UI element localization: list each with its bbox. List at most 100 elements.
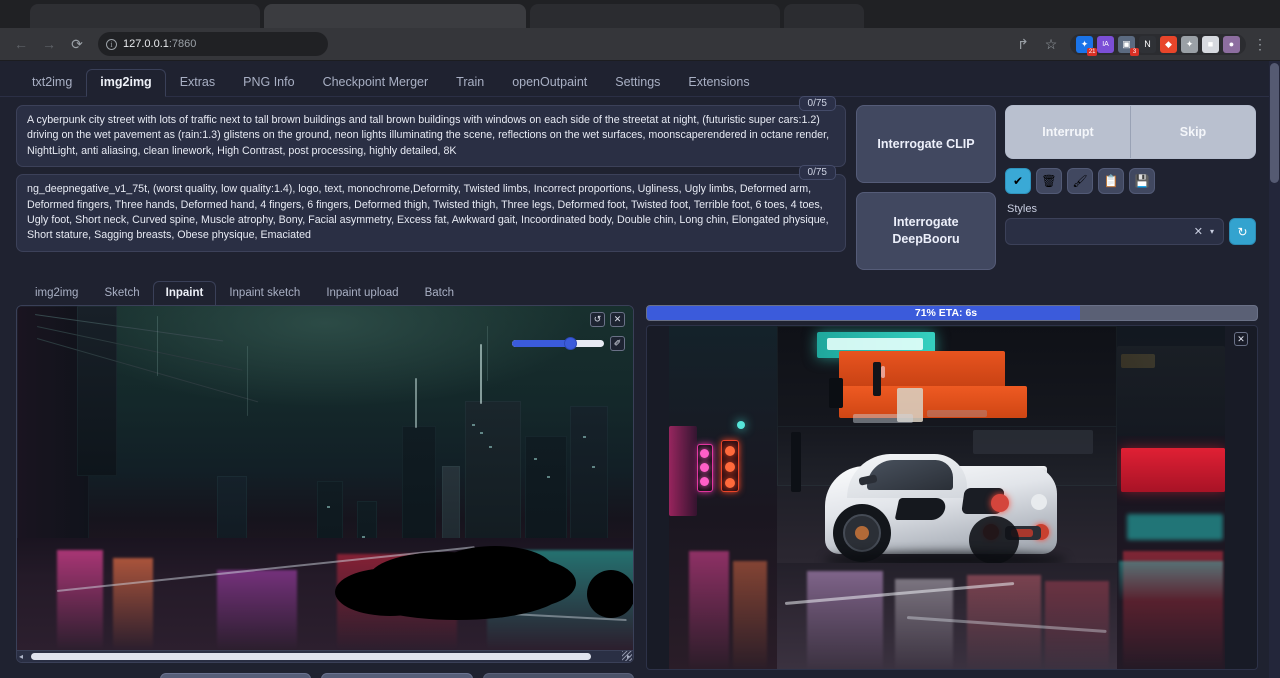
extension-glyph: N — [1144, 39, 1151, 49]
address-bar[interactable]: i 127.0.0.1:7860 — [98, 32, 328, 56]
tab-openoutpaint[interactable]: openOutpaint — [498, 69, 601, 97]
prompt-input[interactable]: A cyberpunk city street with lots of tra… — [16, 105, 846, 167]
inpaint-canvas[interactable]: ↺ ✕ ✐ ◂ ▸ — [16, 305, 634, 663]
interrogate-column: Interrogate CLIP Interrogate DeepBooru — [856, 105, 996, 270]
tab-png-info[interactable]: PNG Info — [229, 69, 308, 97]
url-port: :7860 — [169, 38, 197, 50]
undo-icon[interactable]: ↺ — [590, 312, 605, 327]
brush-size-slider[interactable] — [512, 340, 604, 347]
brush-slider-knob[interactable] — [564, 337, 577, 350]
apply-style-icon[interactable]: ✔ — [1005, 168, 1031, 194]
reload-icon[interactable]: ⟳ — [64, 31, 90, 57]
prompt-area: 0/75 A cyberpunk city street with lots o… — [0, 97, 1280, 270]
img2img-tab-batch[interactable]: Batch — [412, 281, 467, 306]
interrogate-clip-button[interactable]: Interrogate CLIP — [856, 105, 996, 183]
results-spacer — [646, 276, 1258, 305]
negative-prompt-input[interactable]: ng_deepnegative_v1_75t, (worst quality, … — [16, 174, 846, 252]
copy-image-buttons: img2img sketch inpaint — [160, 673, 634, 678]
internet-archive-icon[interactable]: IA — [1097, 36, 1114, 53]
results-panel: 71% ETA: 6s ✕ — [646, 276, 1258, 678]
copy-to-inpaint-button[interactable]: inpaint — [483, 673, 634, 678]
interrupt-button[interactable]: Interrupt — [1006, 106, 1130, 158]
tab-txt2img[interactable]: txt2img — [18, 69, 86, 97]
save-style-icon[interactable]: 💾 — [1129, 168, 1155, 194]
back-icon[interactable]: ← — [8, 31, 34, 57]
scrollbar-thumb[interactable] — [31, 653, 591, 660]
generate-row: Interrogate CLIP Interrogate DeepBooru I… — [856, 105, 1256, 270]
img2img-tab-inpaint[interactable]: Inpaint — [153, 281, 217, 306]
prompt-token-counter: 0/75 — [799, 96, 836, 111]
puzzle-extensions-icon[interactable]: ✦ — [1181, 36, 1198, 53]
copy-image-row: Copy image to: img2imgsketchinpaint — [16, 673, 634, 678]
browser-tab-strip[interactable] — [0, 0, 1280, 28]
tab-img2img[interactable]: img2img — [86, 69, 165, 97]
forward-icon[interactable]: → — [36, 31, 62, 57]
img2img-tab-img2img[interactable]: img2img — [22, 281, 91, 306]
tab-extensions[interactable]: Extensions — [674, 69, 763, 97]
tab-settings[interactable]: Settings — [601, 69, 674, 97]
resize-grip[interactable] — [622, 651, 632, 661]
clear-canvas-icon[interactable]: ✕ — [610, 312, 625, 327]
lower-area: img2imgSketchInpaintInpaint sketchInpain… — [0, 270, 1280, 678]
browser-tab-active[interactable] — [264, 4, 526, 28]
copy-to-img2img-button[interactable]: img2img — [160, 673, 311, 678]
canvas-horizontal-scrollbar[interactable]: ◂ ▸ — [17, 650, 633, 662]
share-icon[interactable]: ↱ — [1010, 31, 1036, 57]
chevron-down-icon[interactable]: ▾ — [1210, 227, 1214, 236]
ublock-icon[interactable]: ✦21 — [1076, 36, 1093, 53]
prompt-tool-icons: ✔🗑🖌📋💾 — [1005, 168, 1256, 194]
skip-button[interactable]: Skip — [1130, 106, 1255, 158]
notion-icon[interactable]: N — [1139, 36, 1156, 53]
canvas-tool-buttons: ↺ ✕ — [590, 312, 625, 327]
result-image[interactable] — [669, 326, 1237, 670]
img2img-tab-inpaint-upload[interactable]: Inpaint upload — [313, 281, 411, 306]
generated-supercar-image — [777, 326, 1117, 670]
close-icon[interactable]: ✕ — [1234, 332, 1248, 346]
browser-tab[interactable] — [530, 4, 780, 28]
img2img-tab-sketch[interactable]: Sketch — [91, 281, 152, 306]
bookmark-star-icon[interactable]: ☆ — [1038, 31, 1064, 57]
page-scrollbar-thumb[interactable] — [1270, 63, 1279, 183]
reader-icon[interactable]: ■ — [1202, 36, 1219, 53]
colorpicker-icon[interactable]: ◆ — [1160, 36, 1177, 53]
site-info-icon[interactable]: i — [106, 39, 117, 50]
profile-avatar[interactable]: ● — [1223, 36, 1240, 53]
img2img-tab-inpaint-sketch[interactable]: Inpaint sketch — [216, 281, 313, 306]
styles-clear-icon[interactable]: ✕ — [1194, 225, 1203, 238]
interrogate-deepbooru-button[interactable]: Interrogate DeepBooru — [856, 192, 996, 270]
screenshot-icon[interactable]: ▣3 — [1118, 36, 1135, 53]
extension-badge: 21 — [1087, 48, 1097, 56]
browser-menu-icon[interactable]: ⋮ — [1248, 36, 1272, 53]
gallery-strip-right — [1117, 326, 1225, 670]
page-scrollbar[interactable] — [1269, 61, 1280, 678]
browser-toolbar: ← → ⟳ i 127.0.0.1:7860 ↱ ☆ ✦21IA▣3N◆✦■● … — [0, 28, 1280, 61]
gallery-strip-left — [669, 326, 777, 670]
paintbrush-icon[interactable]: 🖌 — [1067, 168, 1093, 194]
brush-size-row: ✐ — [512, 336, 625, 351]
progress-label: 71% ETA: 6s — [646, 306, 1257, 320]
refresh-styles-icon[interactable]: ↻ — [1229, 218, 1256, 245]
main-tab-bar: txt2imgimg2imgExtrasPNG InfoCheckpoint M… — [0, 61, 1280, 97]
tab-extras[interactable]: Extras — [166, 69, 229, 97]
result-gallery[interactable]: ✕ — [646, 325, 1258, 670]
progress-bar: 71% ETA: 6s — [646, 305, 1258, 321]
clipboard-icon[interactable]: 📋 — [1098, 168, 1124, 194]
tab-train[interactable]: Train — [442, 69, 498, 97]
extension-glyph: IA — [1102, 41, 1109, 48]
webui-app: txt2imgimg2imgExtrasPNG InfoCheckpoint M… — [0, 61, 1280, 678]
inpaint-source-image[interactable] — [17, 306, 633, 650]
negative-prompt-wrapper: 0/75 ng_deepnegative_v1_75t, (worst qual… — [16, 174, 846, 252]
styles-dropdown[interactable]: ✕ ▾ — [1005, 218, 1224, 245]
extension-icon-group: ✦21 IA ▣3 N ◆✦■● — [1070, 34, 1246, 55]
copy-to-sketch-button[interactable]: sketch — [321, 673, 472, 678]
generate-column: Interrogate CLIP Interrogate DeepBooru I… — [856, 105, 1256, 270]
brush-slider-fill — [512, 340, 569, 347]
negative-prompt-token-counter: 0/75 — [799, 165, 836, 180]
brush-icon[interactable]: ✐ — [610, 336, 625, 351]
tab-checkpoint-merger[interactable]: Checkpoint Merger — [309, 69, 443, 97]
scroll-left-icon[interactable]: ◂ — [19, 652, 23, 661]
trash-icon[interactable]: 🗑 — [1036, 168, 1062, 194]
browser-tab[interactable] — [784, 4, 864, 28]
browser-tab[interactable] — [30, 4, 260, 28]
img2img-tab-bar: img2imgSketchInpaintInpaint sketchInpain… — [16, 276, 634, 305]
